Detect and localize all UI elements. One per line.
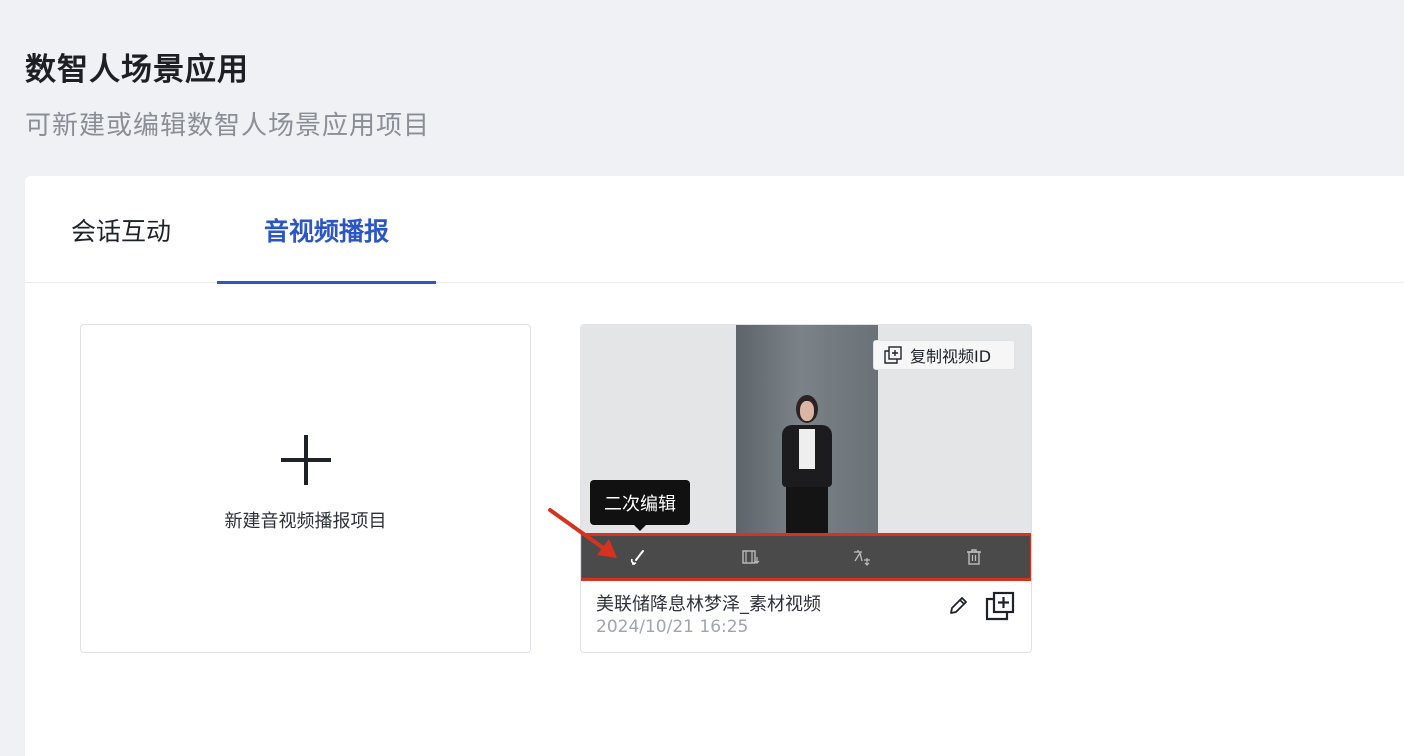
copy-video-id-label: 复制视频ID [910,347,992,366]
tab-bar: 会话互动 音视频播报 [25,176,1404,284]
video-project-date: 2024/10/21 16:25 [596,617,749,637]
trash-icon [967,549,981,565]
pencil-edit-icon[interactable] [947,595,969,617]
duplicate-icon[interactable] [985,591,1015,621]
annotation-arrow-icon [548,508,617,558]
page-title: 数智人场景应用 [25,52,249,88]
copy-add-icon [884,346,902,364]
plus-icon [280,435,331,485]
new-project-label: 新建音视频播报项目 [224,511,387,532]
film-trim-icon [742,550,760,564]
main-panel: 会话互动 音视频播报 新建音视频播报项目 复制视频ID 二次编辑 美联储降息林梦… [25,176,1404,756]
tab-chat-interaction[interactable]: 会话互动 [25,176,217,283]
secondary-edit-icon [630,550,644,565]
copy-video-id-button[interactable]: 复制视频ID [873,340,1015,370]
page-subtitle: 可新建或编辑数智人场景应用项目 [25,111,431,141]
translate-button[interactable] [806,536,918,578]
delete-button[interactable] [918,536,1030,578]
video-project-title: 美联储降息林梦泽_素材视频 [596,594,821,615]
new-project-card[interactable]: 新建音视频播报项目 [80,324,531,653]
translate-icon [854,550,870,566]
trim-video-button[interactable] [694,536,806,578]
video-action-toolbar [581,533,1031,581]
video-thumbnail[interactable]: 复制视频ID 二次编辑 [581,325,1031,581]
video-project-card[interactable]: 复制视频ID 二次编辑 美联储降息林梦泽_素材视频 2024/10/21 16:… [580,324,1032,653]
tab-audio-video-broadcast[interactable]: 音视频播报 [217,176,436,284]
